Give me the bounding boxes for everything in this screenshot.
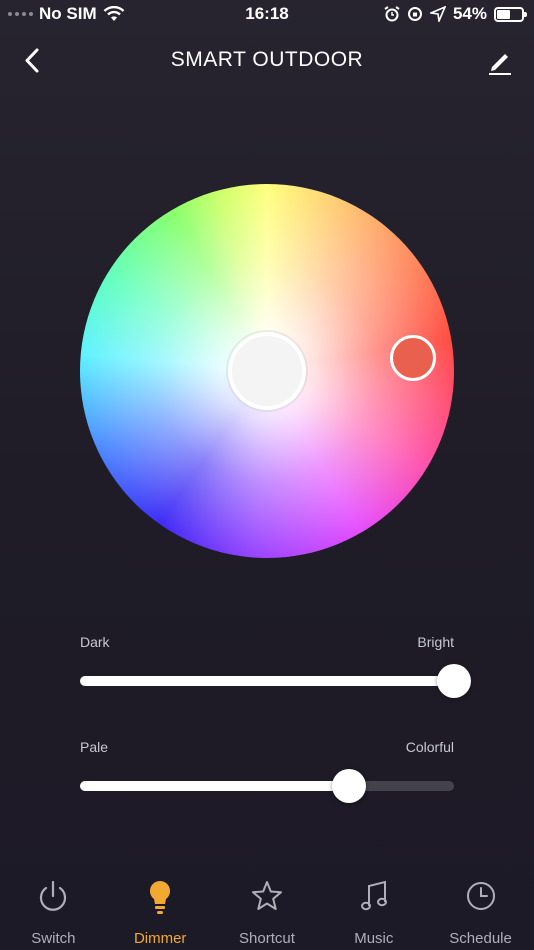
tab-shortcut-label: Shortcut [239, 930, 295, 947]
color-wheel[interactable] [80, 184, 454, 558]
battery-percent: 54% [452, 4, 487, 23]
color-picker-handle[interactable] [390, 335, 436, 381]
tab-shortcut[interactable]: Shortcut [214, 876, 321, 950]
brightness-slider[interactable] [80, 664, 471, 698]
page-title: SMART OUTDOOR [170, 48, 364, 71]
tab-dimmer-label: Dimmer [133, 930, 187, 947]
tab-dimmer[interactable]: Dimmer [107, 876, 214, 950]
header: SMART OUTDOOR [0, 36, 534, 86]
saturation-slider-group: Pale Colorful [80, 739, 454, 803]
edit-button[interactable] [484, 46, 514, 76]
tab-switch-label: Switch [31, 930, 76, 947]
saturation-fill [80, 781, 350, 791]
dark-label: Dark [80, 634, 110, 650]
pencil-icon [489, 54, 511, 75]
battery-fill [497, 9, 510, 19]
status-bar: No SIM 16:18 54% [0, 0, 534, 30]
location-icon [429, 6, 446, 22]
bulb-icon [150, 881, 171, 914]
battery-icon [494, 6, 527, 22]
tab-schedule[interactable]: Schedule [427, 876, 534, 950]
power-icon [40, 880, 67, 911]
pale-label: Pale [80, 739, 109, 755]
bright-label: Bright [417, 634, 454, 650]
tab-switch[interactable]: Switch [0, 876, 107, 950]
tab-music-label: Music [354, 930, 394, 947]
saturation-thumb[interactable] [332, 769, 367, 803]
clock-icon [466, 882, 495, 910]
saturation-slider[interactable] [80, 769, 454, 803]
colorful-label: Colorful [405, 739, 454, 755]
color-wheel-center[interactable] [228, 332, 306, 410]
alarm-icon [384, 6, 400, 22]
brightness-fill [80, 676, 454, 686]
tab-music[interactable]: Music [320, 876, 427, 950]
tab-schedule-label: Schedule [449, 930, 512, 947]
tab-bar: Switch Dimmer Shortcut Music Schedule [0, 876, 534, 950]
brightness-thumb[interactable] [437, 664, 471, 698]
music-note-icon [360, 880, 387, 911]
status-right-group: 54% [384, 4, 527, 24]
star-icon [251, 881, 282, 910]
brightness-slider-group: Dark Bright [80, 634, 471, 698]
orientation-lock-icon [407, 7, 422, 21]
